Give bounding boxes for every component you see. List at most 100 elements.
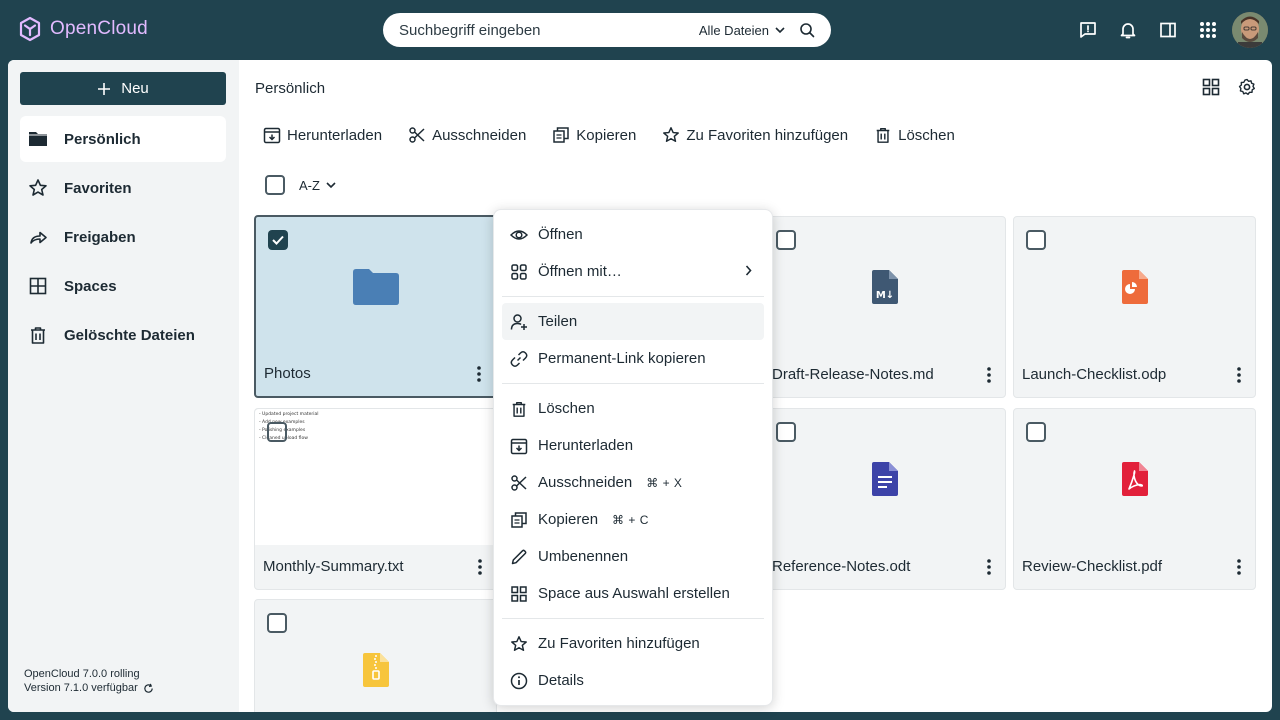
menu-item-label: Löschen bbox=[538, 400, 595, 417]
download-icon bbox=[510, 438, 528, 454]
menu-item-label: Kopieren bbox=[538, 511, 599, 528]
menu-item-copy-permalink[interactable]: Permanent-Link kopieren bbox=[502, 340, 764, 377]
action-label: Zu Favoriten hinzufügen bbox=[686, 126, 849, 144]
preview-line: - Add new examples bbox=[259, 420, 305, 425]
menu-item-share[interactable]: Teilen bbox=[502, 303, 764, 340]
gear-icon[interactable] bbox=[1238, 78, 1256, 96]
tile-checkbox[interactable] bbox=[776, 422, 796, 442]
eye-icon bbox=[510, 229, 528, 240]
menu-item-label: Öffnen bbox=[538, 226, 583, 243]
refresh-icon[interactable] bbox=[143, 683, 154, 694]
tile-checkbox[interactable] bbox=[267, 422, 287, 442]
sidebar-item-trash[interactable]: Gelöschte Dateien bbox=[20, 312, 226, 358]
menu-item-label: Herunterladen bbox=[538, 437, 634, 454]
sidebar-item-favorites[interactable]: Favoriten bbox=[20, 165, 226, 211]
file-tile[interactable]: Review-Checklist.pdf bbox=[1013, 408, 1256, 590]
tile-name[interactable]: Photos bbox=[264, 365, 311, 382]
opencloud-logo-icon bbox=[19, 16, 41, 42]
folder-icon bbox=[352, 269, 399, 305]
search-input[interactable]: Suchbegriff eingeben bbox=[399, 22, 699, 39]
document-file-icon bbox=[871, 462, 898, 496]
sidebar-item-label: Favoriten bbox=[64, 179, 132, 197]
sidebar-toggle-icon bbox=[1160, 22, 1176, 38]
more-options-icon[interactable] bbox=[478, 559, 482, 575]
tiles-view-icon[interactable] bbox=[1202, 78, 1220, 96]
file-tile[interactable]: - Updated project material - Add new exa… bbox=[254, 408, 497, 590]
tile-checkbox[interactable] bbox=[267, 613, 287, 633]
file-tile[interactable]: Launch-Checklist.odp bbox=[1013, 216, 1256, 398]
copy-icon bbox=[511, 511, 527, 528]
version-update-available[interactable]: Version 7.1.0 verfügbar bbox=[24, 681, 138, 695]
favorite-action[interactable]: Zu Favoriten hinzufügen bbox=[662, 126, 848, 144]
tile-name[interactable]: Monthly-Summary.txt bbox=[263, 558, 404, 575]
sidebar-item-personal[interactable]: Persönlich bbox=[20, 116, 226, 162]
copy-action[interactable]: Kopieren bbox=[552, 126, 636, 144]
file-tile[interactable] bbox=[254, 599, 497, 712]
menu-divider bbox=[502, 296, 764, 297]
download-action[interactable]: Herunterladen bbox=[263, 126, 382, 144]
menu-divider bbox=[502, 383, 764, 384]
select-all-checkbox[interactable] bbox=[265, 175, 285, 195]
menu-item-delete[interactable]: Löschen bbox=[502, 390, 764, 427]
tile-name[interactable]: Review-Checklist.pdf bbox=[1022, 558, 1162, 575]
menu-item-copy[interactable]: Kopieren ⌘ + C bbox=[502, 501, 764, 538]
sidebar: Neu Persönlich Favoriten Freigaben Space… bbox=[8, 60, 239, 712]
app-switcher-button[interactable] bbox=[1188, 10, 1228, 50]
menu-item-open-with[interactable]: Öffnen mit… bbox=[502, 253, 764, 290]
action-label: Herunterladen bbox=[287, 126, 383, 144]
sidebar-toggle-button[interactable] bbox=[1148, 10, 1188, 50]
feedback-icon bbox=[1080, 22, 1096, 38]
menu-item-add-favorite[interactable]: Zu Favoriten hinzufügen bbox=[502, 625, 764, 662]
archive-file-icon bbox=[362, 653, 389, 687]
cut-action[interactable]: Ausschneiden bbox=[408, 126, 526, 144]
shortcut-hint: ⌘ + C bbox=[612, 512, 649, 527]
scissors-icon bbox=[409, 127, 425, 143]
tile-checkbox[interactable] bbox=[776, 230, 796, 250]
search-scope-select[interactable]: Alle Dateien bbox=[699, 23, 785, 38]
tile-name[interactable]: Draft-Release-Notes.md bbox=[772, 366, 934, 383]
more-options-icon[interactable] bbox=[987, 367, 991, 383]
menu-item-download[interactable]: Herunterladen bbox=[502, 427, 764, 464]
markdown-file-icon: M↓ bbox=[871, 270, 898, 304]
file-tile[interactable]: M↓ Draft-Release-Notes.md bbox=[763, 216, 1006, 398]
sidebar-item-spaces[interactable]: Spaces bbox=[20, 263, 226, 309]
tile-checkbox[interactable] bbox=[1026, 422, 1046, 442]
search-bar[interactable]: Suchbegriff eingeben Alle Dateien bbox=[383, 13, 831, 47]
star-icon bbox=[511, 635, 527, 651]
app-logo[interactable]: OpenCloud bbox=[18, 16, 148, 42]
search-icon[interactable] bbox=[799, 22, 815, 38]
tile-name[interactable]: Launch-Checklist.odp bbox=[1022, 366, 1166, 383]
sort-dropdown[interactable]: A-Z bbox=[299, 178, 336, 193]
more-options-icon[interactable] bbox=[1237, 367, 1241, 383]
sidebar-item-shares[interactable]: Freigaben bbox=[20, 214, 226, 260]
menu-item-rename[interactable]: Umbenennen bbox=[502, 538, 764, 575]
more-options-icon[interactable] bbox=[1237, 559, 1241, 575]
checkmark-icon bbox=[272, 235, 284, 245]
tile-checkbox[interactable] bbox=[268, 230, 288, 250]
share-icon bbox=[30, 231, 47, 244]
menu-item-details[interactable]: Details bbox=[502, 662, 764, 699]
feedback-button[interactable] bbox=[1068, 10, 1108, 50]
new-button[interactable]: Neu bbox=[20, 72, 226, 105]
sidebar-item-label: Spaces bbox=[64, 277, 117, 295]
file-tile[interactable]: Photos bbox=[254, 215, 497, 398]
action-label: Kopieren bbox=[576, 126, 637, 144]
menu-item-open[interactable]: Öffnen bbox=[502, 216, 764, 253]
delete-action[interactable]: Löschen bbox=[874, 126, 955, 144]
menu-item-create-space[interactable]: Space aus Auswahl erstellen bbox=[502, 575, 764, 612]
notifications-button[interactable] bbox=[1108, 10, 1148, 50]
tile-checkbox[interactable] bbox=[1026, 230, 1046, 250]
chevron-right-icon bbox=[745, 265, 752, 276]
more-options-icon[interactable] bbox=[987, 559, 991, 575]
breadcrumb[interactable]: Persönlich bbox=[255, 80, 325, 97]
tile-name[interactable]: Reference-Notes.odt bbox=[772, 558, 910, 575]
file-tile[interactable]: Reference-Notes.odt bbox=[763, 408, 1006, 590]
menu-item-cut[interactable]: Ausschneiden ⌘ + X bbox=[502, 464, 764, 501]
more-options-icon[interactable] bbox=[477, 366, 481, 382]
version-info: OpenCloud 7.0.0 rolling Version 7.1.0 ve… bbox=[24, 667, 154, 695]
avatar[interactable] bbox=[1232, 12, 1268, 48]
star-icon bbox=[663, 127, 680, 143]
sidebar-item-label: Gelöschte Dateien bbox=[64, 326, 195, 344]
new-button-label: Neu bbox=[121, 80, 149, 97]
plus-icon bbox=[98, 82, 111, 95]
